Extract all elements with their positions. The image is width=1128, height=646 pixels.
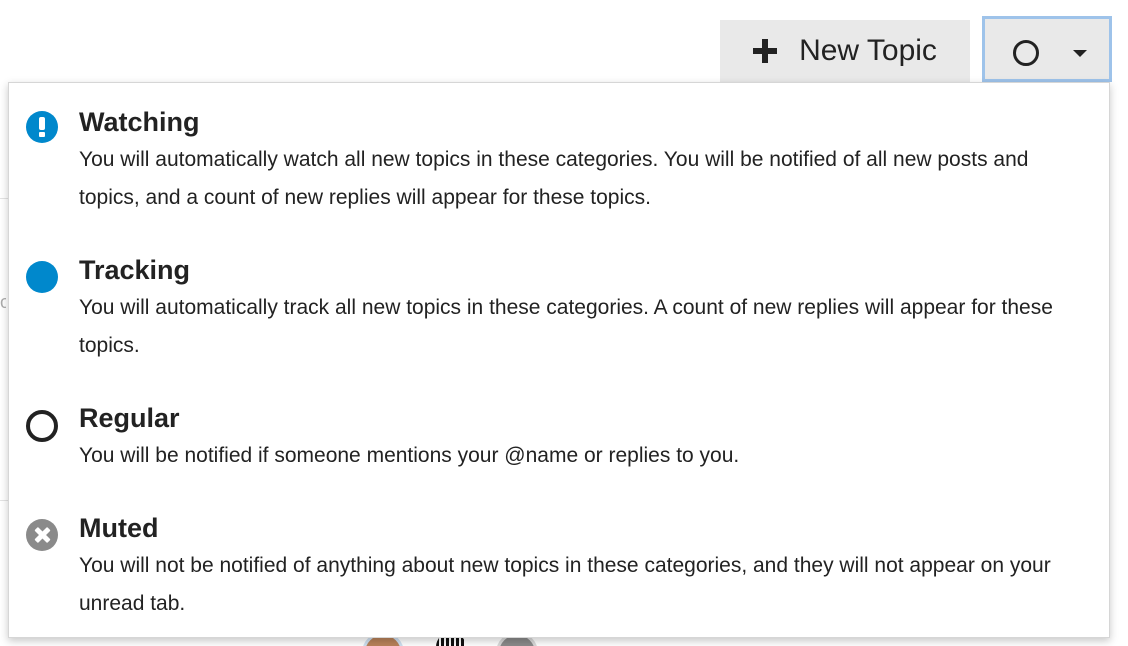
circle-outline-icon [26,410,58,442]
option-watching[interactable]: Watching You will automatically watch al… [9,105,1109,223]
option-regular[interactable]: Regular You will be notified if someone … [9,401,1109,471]
new-topic-label: New Topic [799,34,937,67]
notification-level-dropdown: Watching You will automatically watch al… [8,82,1110,638]
option-muted[interactable]: Muted You will not be notified of anythi… [9,511,1109,621]
option-description: You will not be notified of anything abo… [79,554,1051,615]
times-circle-icon [26,519,58,551]
new-topic-button[interactable]: New Topic [720,20,970,82]
option-title: Muted [79,513,159,543]
option-tracking[interactable]: Tracking You will automatically track al… [9,253,1109,361]
option-description: You will be notified if someone mentions… [79,444,740,467]
option-description: You will automatically watch all new top… [79,148,1029,209]
option-description: You will automatically track all new top… [79,296,1053,357]
circle-outline-icon [1013,40,1039,66]
option-title: Regular [79,403,180,433]
exclamation-circle-icon [26,111,58,143]
notification-level-button[interactable] [982,16,1112,82]
background-text-fragment: o [0,292,6,312]
option-title: Watching [79,107,200,137]
plus-icon [753,39,778,63]
caret-down-icon [1073,50,1087,57]
option-title: Tracking [79,255,191,285]
filled-circle-icon [26,261,58,293]
